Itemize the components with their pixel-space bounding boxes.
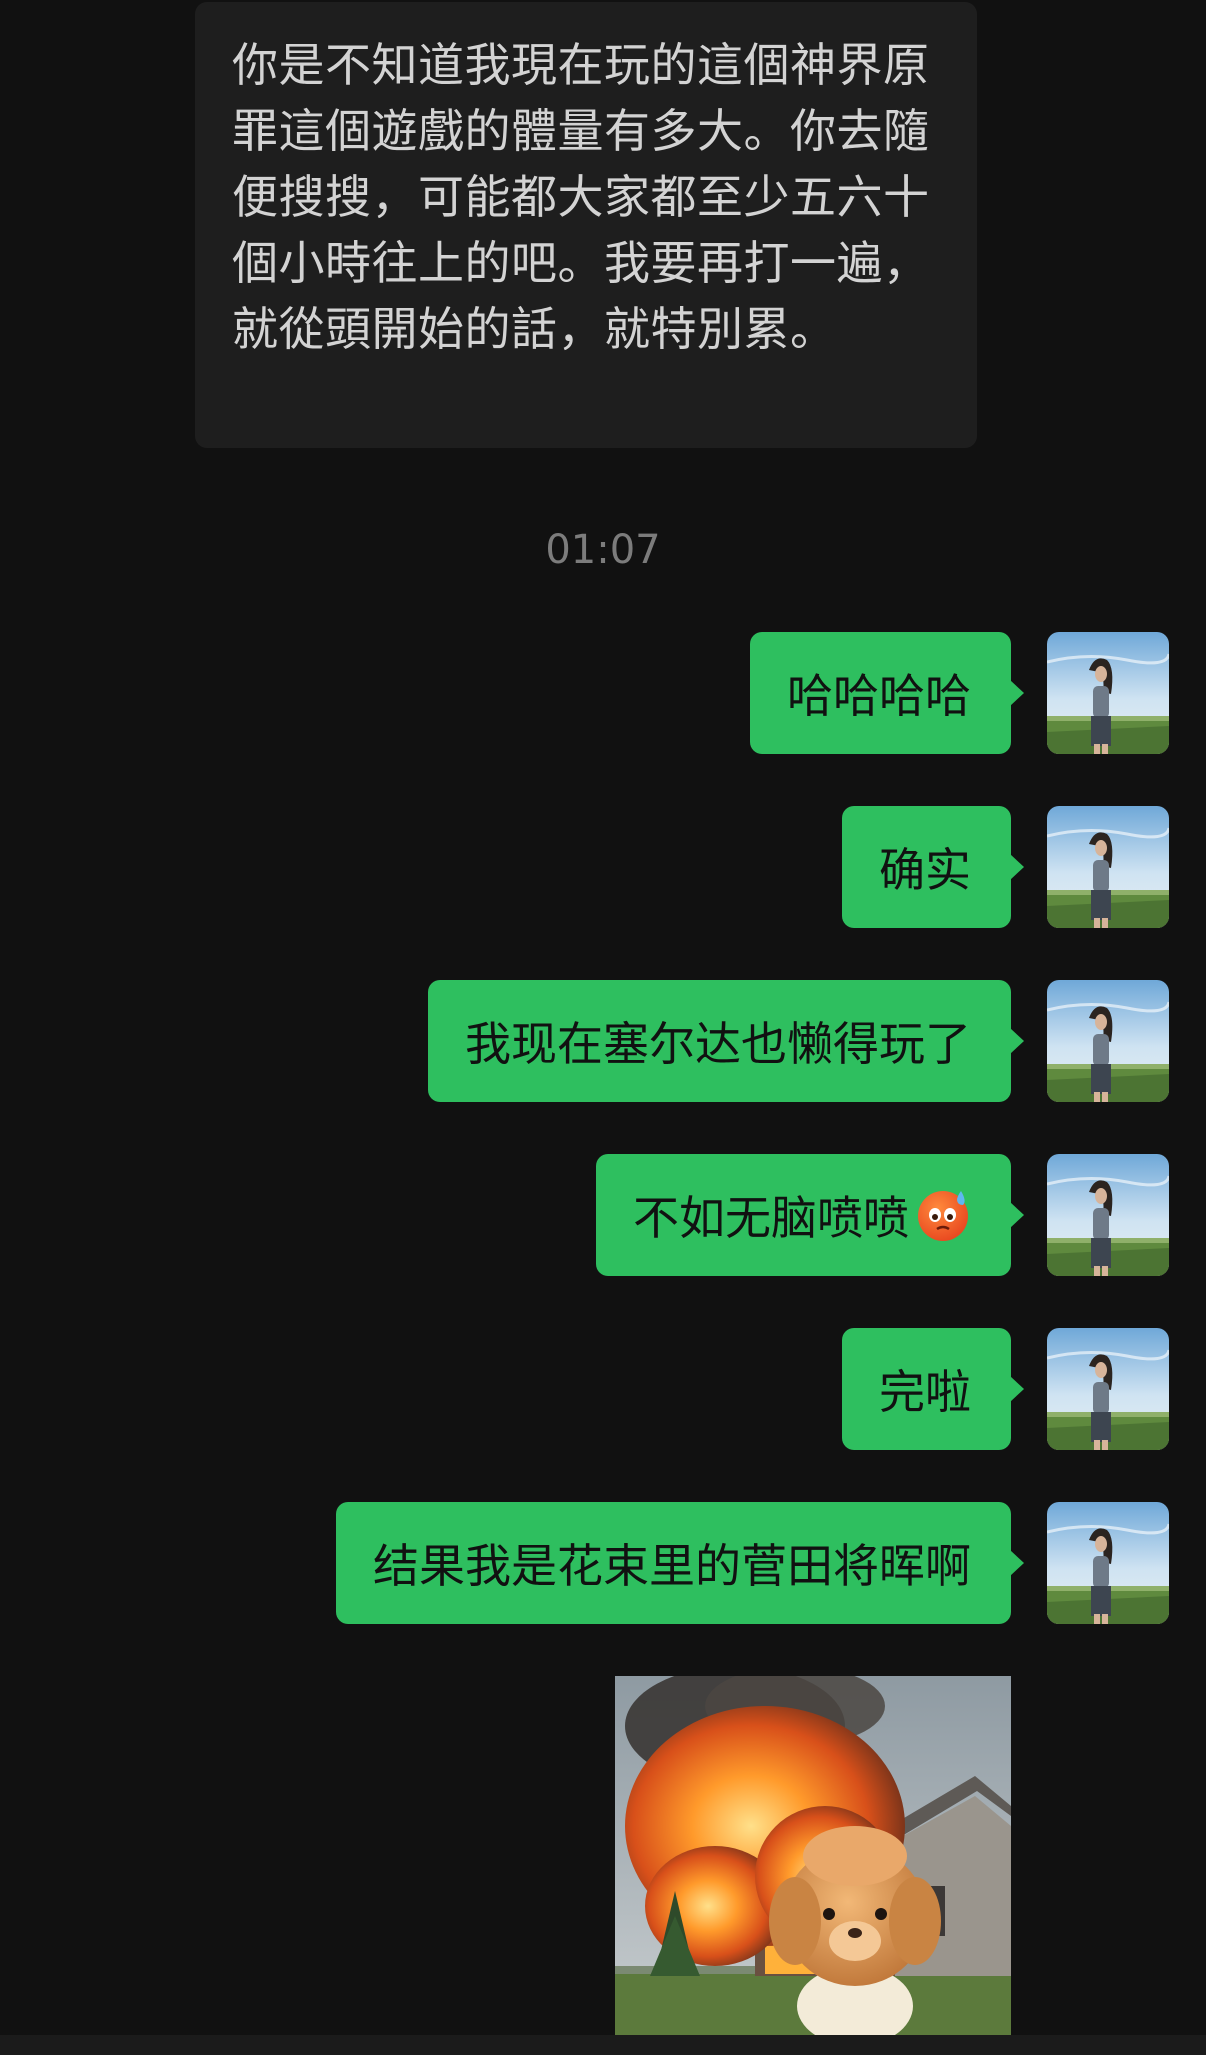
sent-message-bubble[interactable]: 不如无脑喷喷	[596, 1154, 1024, 1276]
received-message-text: 你是不知道我現在玩的這個神界原罪這個遊戲的體量有多大。你去隨便搜搜，可能都大家都…	[232, 38, 930, 356]
sent-message-bubble[interactable]: 我现在塞尔达也懒得玩了	[428, 980, 1024, 1102]
user-avatar-image	[1047, 980, 1169, 1102]
sent-message-bubble[interactable]: 哈哈哈哈	[750, 632, 1024, 754]
sent-message-text: 哈哈哈哈	[787, 669, 971, 723]
sent-message-text: 不如无脑喷喷	[633, 1191, 909, 1245]
sent-message-text: 完啦	[879, 1365, 971, 1419]
avatar[interactable]	[1047, 1502, 1169, 1624]
burning-house-teddy-sticker	[615, 1676, 1011, 2035]
avatar[interactable]	[1047, 806, 1169, 928]
sticker-message[interactable]	[615, 1676, 1011, 2035]
avatar[interactable]	[1047, 1328, 1169, 1450]
user-avatar-image	[1047, 1328, 1169, 1450]
avatar[interactable]	[1047, 632, 1169, 754]
sent-message-bubble[interactable]: 完啦	[842, 1328, 1024, 1450]
sent-message-bubble[interactable]: 结果我是花束里的菅田将晖啊	[336, 1502, 1024, 1624]
user-avatar-image	[1047, 1502, 1169, 1624]
hot-sweat-face-icon	[918, 1191, 968, 1241]
avatar[interactable]	[1047, 1154, 1169, 1276]
user-avatar-image	[1047, 806, 1169, 928]
sent-message-text: 结果我是花束里的菅田将晖啊	[373, 1539, 971, 1593]
user-avatar-image	[1047, 632, 1169, 754]
sent-message-bubble[interactable]: 确实	[842, 806, 1024, 928]
message-timestamp: 01:07	[545, 527, 661, 573]
user-avatar-image	[1047, 1154, 1169, 1276]
sent-message-text: 我现在塞尔达也懒得玩了	[465, 1017, 971, 1071]
avatar[interactable]	[1047, 980, 1169, 1102]
sent-message-text: 确实	[879, 843, 971, 897]
input-bar-edge	[0, 2035, 1206, 2055]
received-message-bubble[interactable]: 你是不知道我現在玩的這個神界原罪這個遊戲的體量有多大。你去隨便搜搜，可能都大家都…	[195, 2, 977, 448]
